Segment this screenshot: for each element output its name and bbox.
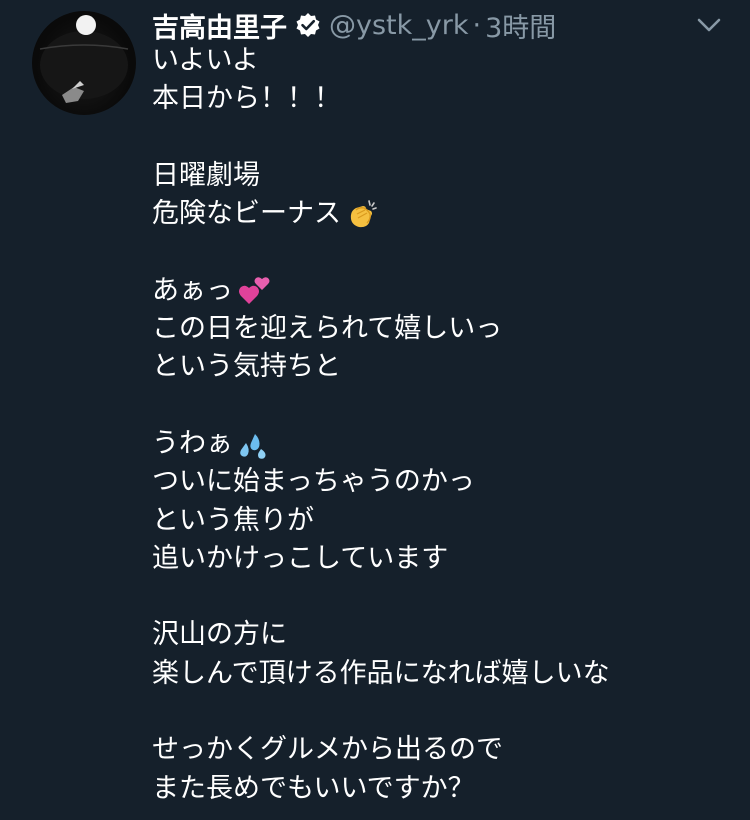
- tweet-line: いよいよ: [152, 42, 732, 80]
- tweet-line-text: いよいよ: [152, 45, 259, 76]
- tweet-line: [152, 693, 732, 731]
- timestamp[interactable]: 3時間: [485, 6, 556, 45]
- tweet-line: という気持ちと: [152, 348, 732, 386]
- tweet-line: 危険なビーナス: [152, 195, 732, 233]
- verified-badge-icon: [295, 12, 321, 38]
- tweet-line-text: という焦りが: [152, 504, 314, 536]
- tweet-line-text: ついに始まっちゃうのかっ: [152, 466, 475, 498]
- separator-dot: ·: [472, 9, 482, 41]
- tweet-line: [152, 387, 732, 425]
- tweet-line: ついに始まっちゃうのかっ: [152, 463, 732, 501]
- tweet-line: [152, 119, 732, 157]
- tweet-line-text: 沢山の方に: [152, 619, 287, 651]
- tweet-line-text: という気持ちと: [152, 351, 341, 383]
- tweet-line: 沢山の方に: [152, 616, 732, 654]
- tweet-text: いよいよ 本日から！！！ 日曜劇場 危険なビーナス あぁっ この日を迎えられて嬉…: [152, 42, 732, 808]
- author-name[interactable]: 吉高由里子: [152, 6, 287, 45]
- tweet-line: [152, 233, 732, 271]
- tweet-line-text: また長めでもいいですか？: [152, 772, 475, 804]
- sweat-droplets-emoji-icon: [237, 427, 271, 461]
- tweet-line: うわぁ: [152, 425, 732, 463]
- tweet-line: あぁっ: [152, 272, 732, 310]
- tweet-line: [152, 578, 732, 616]
- tweet-line-text: あぁっ: [152, 274, 233, 306]
- tweet-line: また長めでもいいですか？: [152, 770, 732, 808]
- tweet-header: 吉高由里子 @ystk_yrk · 3時間: [152, 3, 556, 47]
- tweet-line: この日を迎えられて嬉しいっ: [152, 310, 732, 348]
- tweet: 吉高由里子 @ystk_yrk · 3時間 いよいよ 本日から！！！ 日曜劇場 …: [0, 0, 750, 820]
- tweet-line-text: 本日から！！！: [152, 83, 341, 115]
- tweet-line: せっかくグルメから出るので: [152, 731, 732, 769]
- avatar[interactable]: [32, 11, 136, 115]
- tweet-line-text: せっかくグルメから出るので: [152, 734, 503, 766]
- tweet-line-text: 追いかけっこしています: [152, 542, 449, 574]
- tweet-line: 楽しんで頂ける作品になれば嬉しいな: [152, 655, 732, 693]
- tweet-line: 追いかけっこしています: [152, 540, 732, 578]
- tweet-line: 日曜劇場: [152, 157, 732, 195]
- chevron-down-icon[interactable]: [694, 10, 724, 40]
- author-handle[interactable]: @ystk_yrk: [329, 10, 468, 41]
- tweet-line-text: 日曜劇場: [152, 159, 260, 191]
- tweet-line-text: 危険なビーナス: [152, 198, 341, 230]
- tweet-line-text: この日を迎えられて嬉しいっ: [152, 313, 503, 345]
- tweet-line: という焦りが: [152, 502, 732, 540]
- tweet-line-text: うわぁ: [152, 427, 233, 459]
- tweet-line-text: 楽しんで頂ける作品になれば嬉しいな: [152, 657, 610, 689]
- tweet-line: 本日から！！！: [152, 80, 732, 118]
- two-hearts-emoji-icon: [237, 274, 271, 308]
- clapping-hands-emoji-icon: [345, 197, 379, 231]
